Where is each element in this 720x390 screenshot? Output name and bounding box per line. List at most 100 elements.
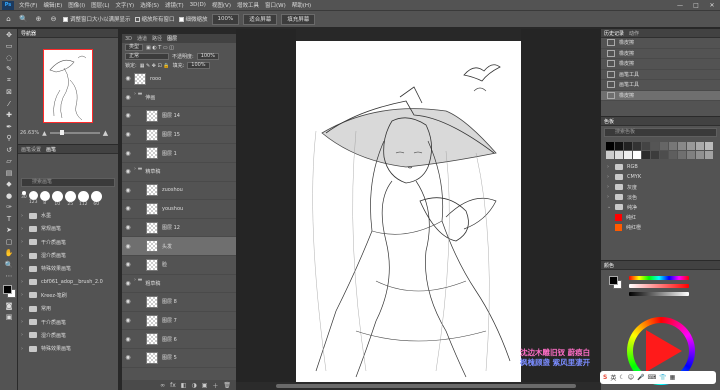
healing-brush-icon[interactable]: ✚ bbox=[0, 110, 18, 122]
tab-history[interactable]: 历史记录 bbox=[604, 30, 624, 37]
tab-channels[interactable]: 通道 bbox=[137, 35, 147, 42]
swatch-cell[interactable] bbox=[651, 142, 659, 150]
history-state[interactable]: 橡皮擦 bbox=[601, 38, 720, 49]
color-fg-swatch[interactable] bbox=[609, 276, 618, 285]
layer-row[interactable]: ◉ zuoshou bbox=[122, 182, 236, 201]
tab-paths[interactable]: 路径 bbox=[152, 35, 162, 42]
frame-tool-icon[interactable]: ⊠ bbox=[0, 87, 18, 99]
brush-folder[interactable]: › cbf061_adop__brush_2.0 bbox=[18, 275, 118, 288]
layer-name[interactable]: 图层 14 bbox=[162, 112, 180, 119]
visibility-eye-icon[interactable]: ◉ bbox=[122, 224, 134, 231]
brush-folder[interactable]: › 常规画笔 bbox=[18, 222, 118, 235]
swatch-cell[interactable] bbox=[615, 151, 623, 159]
layer-row[interactable]: ◉ rooo bbox=[122, 70, 236, 89]
menu-help[interactable]: 帮助(H) bbox=[289, 1, 314, 9]
brush-preset[interactable]: 10 bbox=[51, 191, 63, 207]
brush-search-input[interactable]: 搜索画笔 bbox=[21, 178, 115, 187]
brush-preset[interactable]: 8 bbox=[39, 191, 50, 207]
moon-icon[interactable]: ☾ bbox=[619, 374, 624, 381]
color-swatches[interactable] bbox=[0, 282, 17, 300]
swatch-pure-red[interactable]: 纯红 bbox=[601, 212, 720, 222]
visibility-eye-icon[interactable]: ◉ bbox=[122, 150, 134, 157]
path-select-icon[interactable]: ➤ bbox=[0, 225, 18, 237]
history-brush-icon[interactable]: ↺ bbox=[0, 144, 18, 156]
brush-folder[interactable]: › 湿介质画笔 bbox=[18, 249, 118, 262]
blend-mode-select[interactable]: 正常 bbox=[125, 53, 169, 60]
swatch-cell[interactable] bbox=[642, 142, 650, 150]
brush-folder[interactable]: › 湿介质画笔 bbox=[18, 329, 118, 342]
layer-row[interactable]: ◉ 图层 6 bbox=[122, 330, 236, 349]
menu-plugins[interactable]: 增效工具 bbox=[234, 1, 262, 9]
brush-folder[interactable]: › 特殊效果画笔 bbox=[18, 342, 118, 355]
canvas-scrollbar[interactable] bbox=[236, 382, 601, 390]
foreground-color-swatch[interactable] bbox=[3, 285, 12, 294]
swatch-cell[interactable] bbox=[633, 151, 641, 159]
swatch-cell[interactable] bbox=[624, 151, 632, 159]
layer-name[interactable]: 图层 6 bbox=[162, 336, 177, 343]
brightness-slider[interactable] bbox=[629, 292, 689, 296]
swatch-cell[interactable] bbox=[606, 151, 614, 159]
layer-name[interactable]: 粗草稿 bbox=[145, 280, 160, 287]
swatch-cell[interactable] bbox=[624, 142, 632, 150]
layer-row[interactable]: ◉ youshou bbox=[122, 200, 236, 219]
brush-preset[interactable]: 25 bbox=[64, 191, 76, 207]
visibility-eye-icon[interactable]: ◉ bbox=[122, 261, 134, 268]
swatch-group-tint[interactable]: › 淡色 bbox=[601, 192, 720, 202]
tab-navigator[interactable]: 导航器 bbox=[21, 30, 36, 37]
tab-3d[interactable]: 3D bbox=[125, 36, 132, 42]
swatch-cell[interactable] bbox=[660, 151, 668, 159]
navigator-zoom-slider[interactable] bbox=[49, 130, 100, 135]
swatch-search-input[interactable]: 搜索色板 bbox=[604, 128, 717, 137]
layer-name[interactable]: 头发 bbox=[162, 243, 172, 250]
ime-mode-label[interactable]: 英 bbox=[610, 373, 616, 382]
layer-row[interactable]: ◉ 图层 8 bbox=[122, 293, 236, 312]
ime-toolbar[interactable]: S 英 ☾ ☺ 🎤 ⌨ 👕 ▦ bbox=[600, 371, 716, 384]
fill-screen-button[interactable]: 填充屏幕 bbox=[281, 13, 316, 25]
hand-tool-icon[interactable]: ✋ bbox=[0, 248, 18, 260]
fit-screen-button[interactable]: 适合屏幕 bbox=[243, 13, 278, 25]
brush-preset[interactable]: 60 bbox=[90, 191, 102, 207]
layer-name[interactable]: 精草稿 bbox=[145, 168, 160, 175]
history-state[interactable]: 橡皮擦 bbox=[601, 59, 720, 70]
grid-icon[interactable]: ▦ bbox=[670, 374, 676, 381]
layer-name[interactable]: youshou bbox=[162, 206, 183, 212]
fill-input[interactable]: 100% bbox=[187, 62, 210, 69]
zoom-in-icon[interactable]: ⊕ bbox=[33, 14, 44, 25]
layer-row[interactable]: ◉ 图层 1 bbox=[122, 144, 236, 163]
brush-folder[interactable]: › Kreez-笔刷 bbox=[18, 289, 118, 302]
swatch-cell[interactable] bbox=[660, 142, 668, 150]
brush-preset[interactable]: 123 bbox=[28, 191, 38, 207]
blur-tool-icon[interactable]: ◆ bbox=[0, 179, 18, 191]
visibility-eye-icon[interactable]: ◉ bbox=[122, 131, 134, 138]
menu-3d[interactable]: 3D(D) bbox=[187, 2, 209, 8]
tab-layers[interactable]: 图层 bbox=[167, 35, 177, 42]
navigator-thumbnail[interactable] bbox=[43, 49, 93, 123]
brush-folder[interactable]: › 干介质画笔 bbox=[18, 315, 118, 328]
layer-name[interactable]: 图层 5 bbox=[162, 354, 177, 361]
visibility-eye-icon[interactable]: ◉ bbox=[122, 168, 134, 175]
layer-row[interactable]: ◉ 头发 bbox=[122, 237, 236, 256]
maximize-button[interactable]: □ bbox=[688, 2, 704, 9]
menu-edit[interactable]: 编辑(E) bbox=[40, 1, 65, 9]
brush-folder[interactable]: › 常用 bbox=[18, 302, 118, 315]
layer-name[interactable]: rooo bbox=[150, 76, 161, 82]
layer-row[interactable]: ◉ 图层 7 bbox=[122, 312, 236, 331]
zoom-tool-icon[interactable]: 🔍 bbox=[18, 14, 29, 25]
new-group-icon[interactable]: ▣ bbox=[202, 382, 208, 389]
screen-mode-icon[interactable]: ▣ bbox=[0, 312, 18, 324]
link-layers-icon[interactable]: ∞ bbox=[160, 382, 165, 389]
menu-window[interactable]: 窗口(W) bbox=[262, 1, 289, 9]
layer-name[interactable]: 图层 8 bbox=[162, 298, 177, 305]
zoom-tool-icon-sidebar[interactable]: 🔍 bbox=[0, 259, 18, 271]
menu-select[interactable]: 选择(S) bbox=[137, 1, 162, 9]
visibility-eye-icon[interactable]: ◉ bbox=[122, 317, 134, 324]
swatch-cell[interactable] bbox=[678, 151, 686, 159]
layer-name[interactable]: 图层 1 bbox=[162, 150, 177, 157]
visibility-eye-icon[interactable]: ◉ bbox=[122, 187, 134, 194]
swatch-cell[interactable] bbox=[642, 151, 650, 159]
layer-group-row[interactable]: ◉ › ▬ 粗草稿 bbox=[122, 275, 236, 294]
brush-folder[interactable]: › 特殊效果画笔 bbox=[18, 262, 118, 275]
type-tool-icon[interactable]: T bbox=[0, 213, 18, 225]
layer-group-row[interactable]: ◉ › ▬ 精草稿 bbox=[122, 163, 236, 182]
lock-icons[interactable]: ▦ ✎ ✥ ⊡ 🔒 bbox=[140, 63, 170, 69]
